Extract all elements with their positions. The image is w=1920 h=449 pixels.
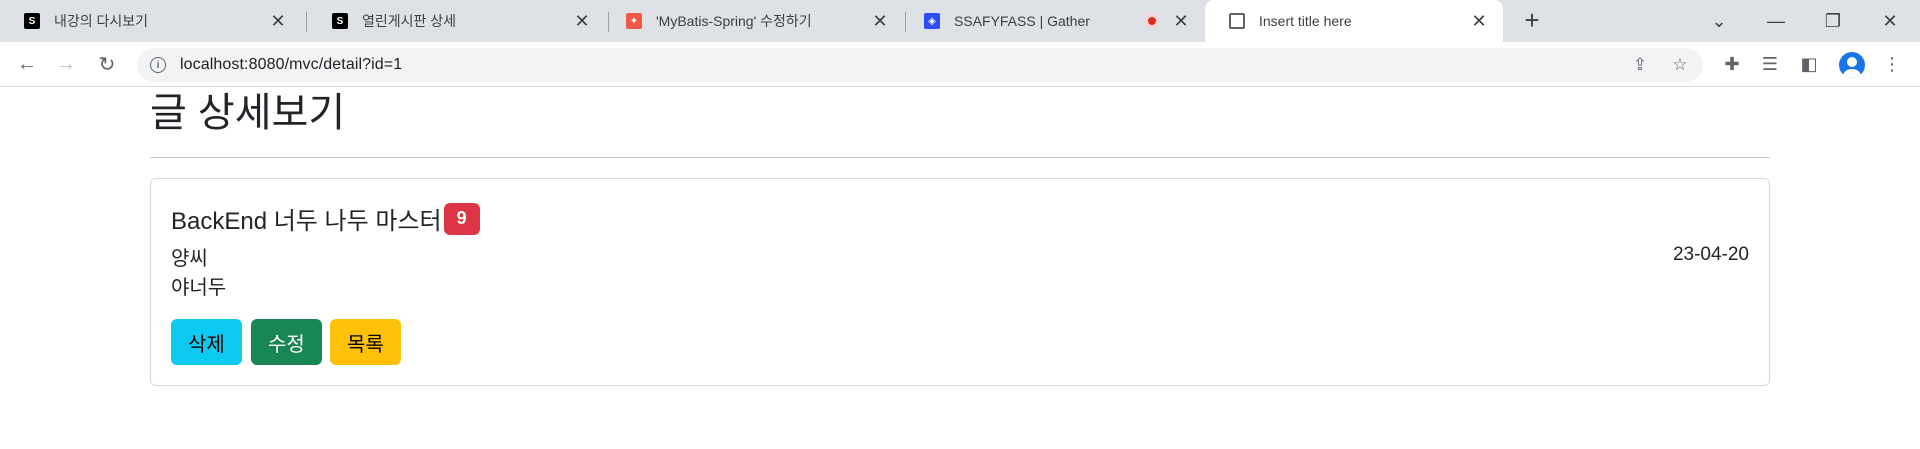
address-bar[interactable]: i localhost:8080/mvc/detail?id=1 ⇪ ☆ [137, 48, 1703, 82]
tab-title: Insert title here [1259, 13, 1352, 29]
post-writer: 양씨 [171, 248, 208, 270]
tab-separator [306, 12, 307, 32]
side-panel-icon[interactable]: ◧ [1797, 52, 1821, 76]
new-tab-plus-icon[interactable]: + [1519, 7, 1545, 34]
close-icon[interactable]: ✕ [572, 11, 592, 31]
extensions-puzzle-icon[interactable]: ✚ [1720, 52, 1744, 76]
tab-strip: S 내강의 다시보기 ✕ S 열린게시판 상세 ✕ ✦ 'MyBatis-Spr… [0, 0, 1920, 42]
gather-icon: ◈ [924, 13, 940, 29]
url-text: localhost:8080/mvc/detail?id=1 [180, 56, 403, 73]
tab-title: 내강의 다시보기 [54, 13, 149, 29]
globe-icon [1229, 13, 1245, 29]
view-count-badge: 9 [443, 202, 480, 235]
page-title: 글 상세보기 [150, 91, 346, 135]
close-icon[interactable]: ✕ [870, 11, 890, 31]
browser-toolbar: ← → ↻ i localhost:8080/mvc/detail?id=1 ⇪… [0, 42, 1920, 87]
close-window-icon[interactable]: ✕ [1875, 6, 1905, 36]
divider [150, 157, 1770, 158]
post-date: 23-04-20 [1672, 244, 1749, 265]
share-icon[interactable]: ⇪ [1630, 55, 1650, 75]
ssafy-icon: S [24, 13, 40, 29]
profile-avatar[interactable] [1839, 52, 1865, 78]
tab-board-detail[interactable]: S 열린게시판 상세 ✕ [308, 0, 606, 42]
list-button[interactable]: 목록 [330, 319, 401, 365]
minimize-icon[interactable]: — [1761, 6, 1791, 36]
restore-icon[interactable]: ❐ [1818, 6, 1848, 36]
tab-title: 'MyBatis-Spring' 수정하기 [656, 13, 812, 29]
notion-red-icon: ✦ [626, 13, 642, 29]
reload-icon[interactable]: ↻ [93, 50, 121, 78]
post-title-row: BackEnd 너두 나두 마스터 9 [171, 201, 480, 236]
tab-search-chevron-icon[interactable]: ⌄ [1704, 6, 1734, 36]
delete-button[interactable]: 삭제 [171, 319, 242, 365]
post-content: 야너두 [171, 277, 227, 299]
tab-mybatis-spring[interactable]: ✦ 'MyBatis-Spring' 수정하기 ✕ [602, 0, 904, 42]
tab-title: 열린게시판 상세 [362, 13, 457, 29]
menu-kebab-icon[interactable]: ⋮ [1880, 52, 1904, 76]
post-card: BackEnd 너두 나두 마스터 9 양씨 야너두 23-04-20 삭제 수… [150, 178, 1770, 386]
close-icon[interactable]: ✕ [268, 11, 288, 31]
tab-insert-title[interactable]: Insert title here ✕ [1205, 0, 1503, 42]
tab-lecture-replay[interactable]: S 내강의 다시보기 ✕ [0, 0, 302, 42]
site-info-icon[interactable]: i [150, 57, 166, 73]
bookmark-star-icon[interactable]: ☆ [1670, 55, 1690, 75]
recording-icon [1145, 14, 1159, 28]
ssafy-icon: S [332, 13, 348, 29]
tab-title: SSAFYFASS | Gather [954, 13, 1090, 29]
edit-button[interactable]: 수정 [251, 319, 322, 365]
post-title: BackEnd 너두 나두 마스터 [171, 208, 442, 235]
forward-arrow-icon[interactable]: → [52, 50, 80, 78]
close-icon[interactable]: ✕ [1171, 11, 1191, 31]
back-arrow-icon[interactable]: ← [13, 50, 41, 78]
tab-gather[interactable]: ◈ SSAFYFASS | Gather ✕ [900, 0, 1205, 42]
close-icon[interactable]: ✕ [1469, 11, 1489, 31]
media-queue-icon[interactable]: ☰ [1758, 52, 1782, 76]
